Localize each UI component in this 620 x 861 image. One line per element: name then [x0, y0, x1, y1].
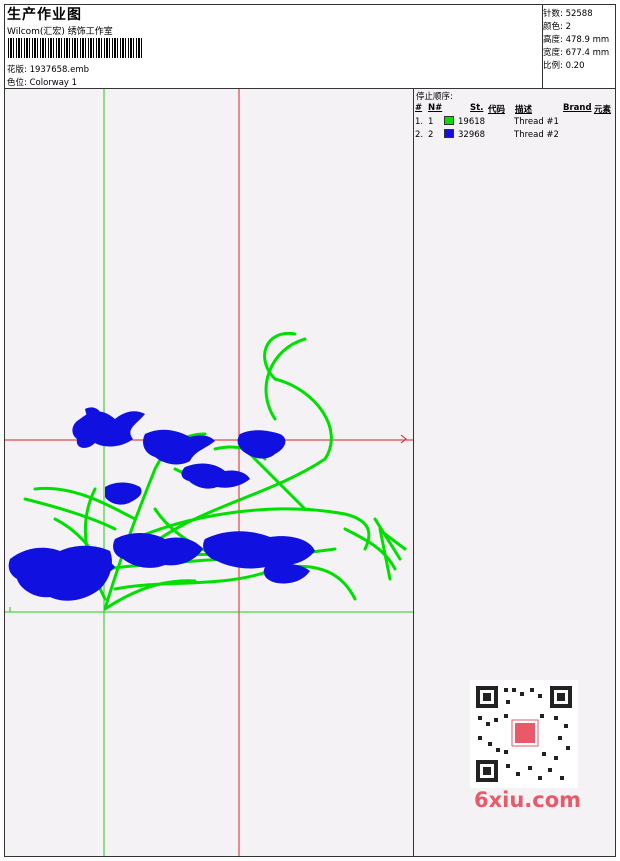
thread-row-2-index: 2. [415, 130, 424, 140]
thread-row-2-swatch [444, 129, 454, 138]
design-width: 宽度: 677.4 mm [543, 48, 610, 58]
col-description: 描述 [515, 105, 533, 115]
page-title: 生产作业图 [7, 7, 82, 23]
corner-markers [400, 434, 407, 444]
thread-row-2-stitches: 32968 [458, 130, 486, 140]
thread-row-2-number: 2 [428, 130, 434, 140]
col-code: 代码 [488, 105, 506, 115]
thread-row-2-description: Thread #2 [514, 130, 559, 140]
design-scale: 比例: 0.20 [543, 61, 585, 71]
col-element: 元素 [594, 105, 612, 115]
col-brand: Brand [563, 103, 592, 113]
colorway-name: Colorway 1 [29, 78, 78, 88]
embroidery-preview [5, 89, 413, 856]
qr-code [470, 680, 578, 788]
stop-sequence-heading: 停止顺序: [416, 92, 453, 102]
col-stitches: St. [470, 103, 484, 113]
thread-row-1-stitches: 19618 [458, 117, 486, 127]
col-number: N# [428, 103, 443, 113]
col-index: # [415, 103, 423, 113]
thread-row-1-description: Thread #1 [514, 117, 559, 127]
color-count: 颜色: 2 [543, 22, 571, 32]
thread-row-1-number: 1 [428, 117, 434, 127]
company-name: Wilcom(汇宏) 绣饰工作室 [7, 27, 113, 37]
thread-row-1-swatch [444, 116, 454, 125]
design-canvas [5, 89, 413, 856]
stitch-count: 针数: 52588 [543, 9, 593, 19]
colorway-label: 色位: [7, 78, 27, 88]
barcode [8, 38, 142, 58]
watermark-text: 6xiu.com [474, 788, 582, 812]
design-height: 高度: 478.9 mm [543, 35, 610, 45]
colorway-row: 色位: Colorway 1 [7, 76, 77, 88]
origin-marker [9, 607, 15, 613]
design-file-label: 花版: [7, 65, 27, 75]
design-file-row: 花版: 1937658.emb [7, 63, 89, 75]
thread-row-1-index: 1. [415, 117, 424, 127]
design-file-name: 1937658.emb [29, 65, 90, 75]
thread-2-flowers [8, 407, 315, 601]
